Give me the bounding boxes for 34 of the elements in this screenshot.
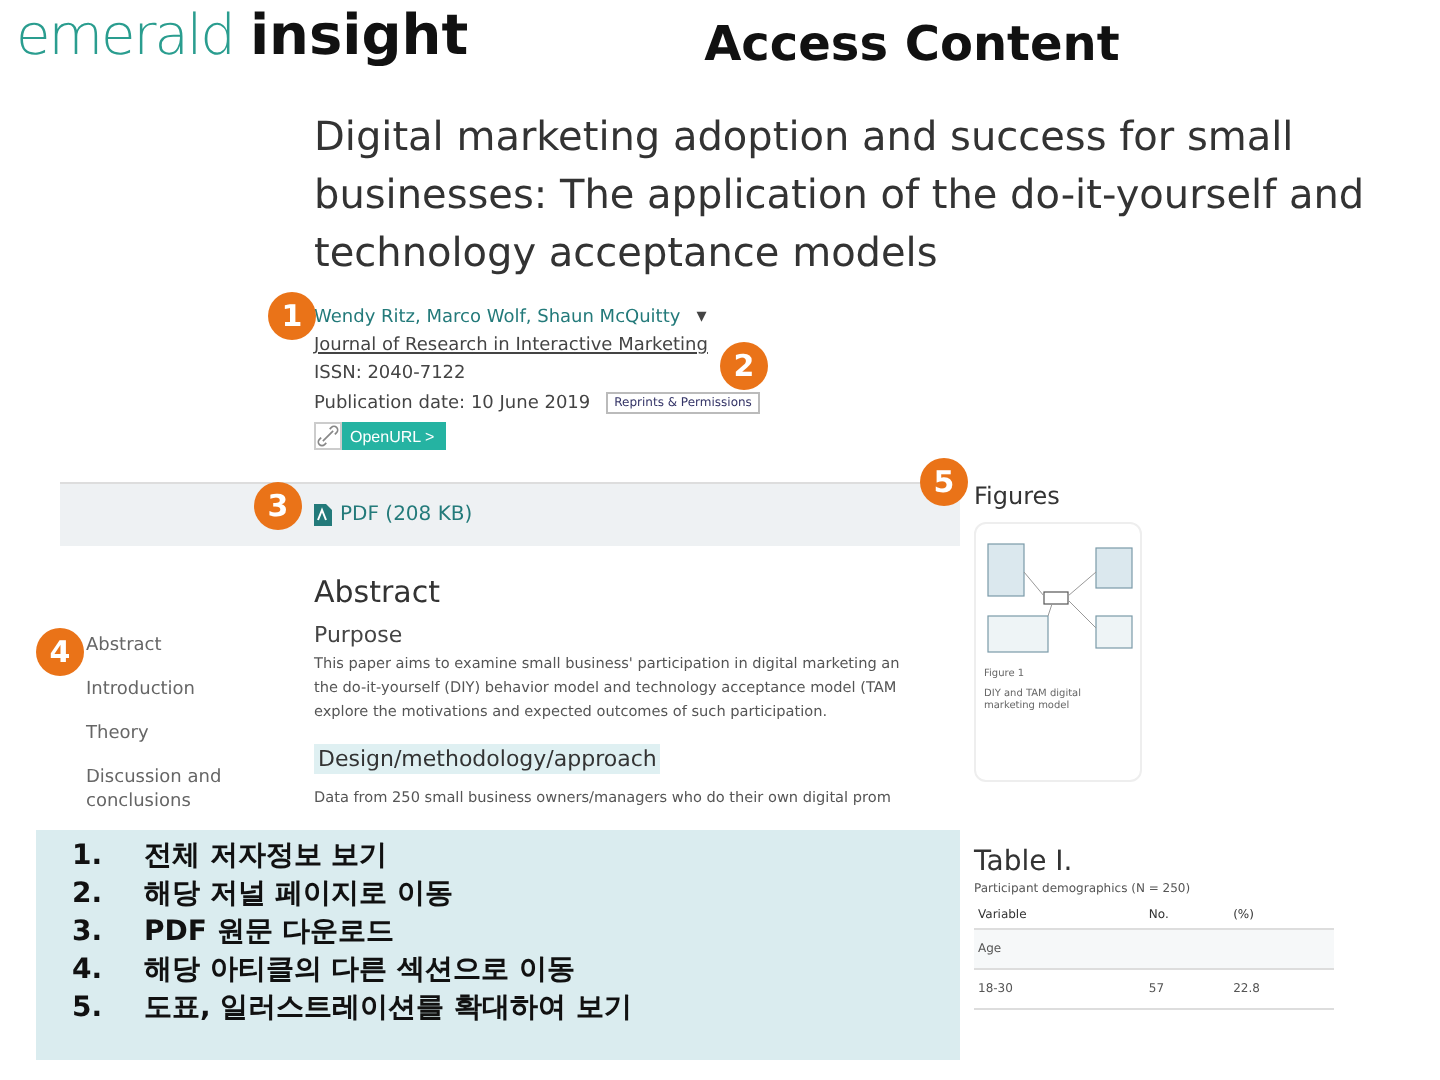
purpose-heading: Purpose (314, 622, 405, 648)
note-number: 2. (72, 876, 105, 914)
note-number: 4. (72, 952, 105, 990)
pdf-icon (314, 504, 332, 526)
callout-badge: 1 (268, 292, 316, 340)
note-number: 3. (72, 914, 105, 952)
publication-date: Publication date: 10 June 2019 (314, 393, 591, 413)
note-text: 도표, 일러스트레이션를 확대하여 보기 (144, 990, 632, 1028)
journal-link[interactable]: Journal of Research in Interactive Marketing (314, 336, 708, 356)
slide-title: Access Content (704, 16, 1120, 72)
note-text: 해당 아티클의 다른 섹션으로 이동 (144, 952, 575, 990)
callout-badge: 2 (720, 342, 768, 390)
caret-icon[interactable]: ▾ (696, 306, 707, 328)
logo[interactable]: emerald insight (16, 0, 469, 72)
article-title: Digital marketing adoption and success for small businesses: The application of the do-it-yourself and technology acceptance models (314, 110, 1367, 280)
authors-link[interactable]: Wendy Ritz, Marco Wolf, Shaun McQuitty (314, 307, 681, 327)
note-text: PDF 원문 다운로드 (144, 914, 395, 952)
design-heading: Design/methodology/approach (314, 744, 661, 774)
note-text: 해당 저널 페이지로 이동 (144, 876, 454, 914)
section-link[interactable]: Discussion and conclusions (86, 766, 246, 814)
note-number: 5. (72, 990, 105, 1028)
figures-heading: Figures (974, 482, 1062, 510)
issn-text: ISSN: 2040-7122 (314, 364, 466, 384)
table-heading: Table I. (974, 846, 1075, 878)
note-text: 전체 저자정보 보기 (144, 838, 388, 876)
section-link[interactable]: Abstract (86, 634, 246, 658)
section-link[interactable]: Theory (86, 722, 246, 746)
note-number: 1. (72, 838, 105, 876)
abstract-heading: Abstract (314, 574, 442, 610)
callout-badge: 5 (920, 458, 968, 506)
section-link[interactable]: Introduction (86, 678, 246, 702)
link-icon (314, 422, 342, 450)
callout-badge: 4 (36, 628, 84, 676)
pdf-link[interactable]: PDF (208 KB) (314, 504, 473, 526)
